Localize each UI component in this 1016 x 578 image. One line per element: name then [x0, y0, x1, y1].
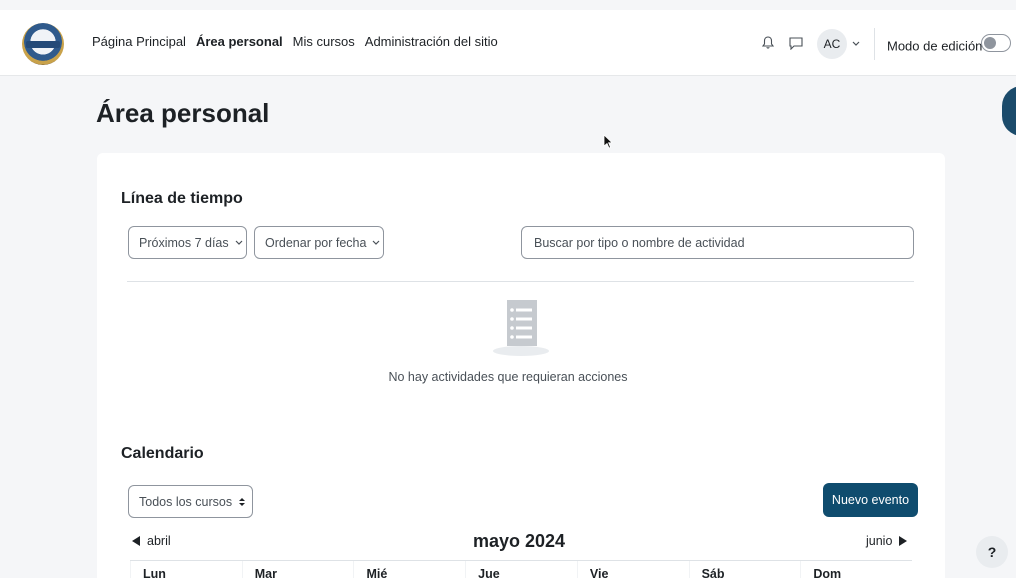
nav-divider	[874, 28, 875, 60]
page-title: Área personal	[96, 98, 270, 128]
help-button[interactable]: ?	[976, 536, 1008, 568]
timeline-sort-filter[interactable]: Ordenar por fecha	[254, 226, 384, 259]
sort-arrows-icon	[239, 497, 246, 506]
caret-right-icon	[899, 536, 908, 546]
calendar-weekday-header: Lun Mar Mié Jue Vie Sáb Dom	[130, 560, 912, 578]
timeline-divider	[127, 281, 914, 282]
site-logo[interactable]	[22, 23, 64, 65]
current-month-title: mayo 2024	[472, 531, 566, 551]
timeline-sort-filter-label: Ordenar por fecha	[265, 235, 367, 250]
new-event-button[interactable]: Nuevo evento	[823, 483, 918, 517]
weekday-wed: Mié	[353, 561, 465, 578]
nav-link-site-admin[interactable]: Administración del sitio	[365, 34, 498, 49]
timeline-day-filter[interactable]: Próximos 7 días	[128, 226, 247, 259]
chevron-down-icon	[373, 240, 380, 245]
nav-link-dashboard[interactable]: Área personal	[196, 34, 283, 49]
calendar-course-filter-label: Todos los cursos	[139, 494, 233, 509]
chevron-down-icon[interactable]	[852, 41, 860, 47]
empty-activities-icon	[493, 300, 549, 356]
weekday-mon: Lun	[130, 561, 242, 578]
bell-icon[interactable]	[762, 36, 774, 49]
timeline-search-input[interactable]	[521, 226, 914, 259]
messages-icon[interactable]	[789, 37, 803, 50]
calendar-course-filter[interactable]: Todos los cursos	[128, 485, 253, 518]
weekday-sun: Dom	[800, 561, 912, 578]
weekday-sat: Sáb	[688, 561, 801, 578]
calendar-title: Calendario	[121, 445, 204, 462]
primary-navigation: Página Principal Área personal Mis curso…	[92, 34, 498, 49]
next-month-label: junio	[866, 534, 893, 548]
nav-link-my-courses[interactable]: Mis cursos	[293, 34, 355, 49]
edit-mode-label: Modo de edición	[887, 38, 983, 54]
chevron-down-icon	[235, 240, 243, 245]
timeline-empty-message: No hay actividades que requieran accione…	[388, 370, 628, 384]
nav-link-home[interactable]: Página Principal	[92, 34, 186, 49]
weekday-thu: Jue	[465, 561, 577, 578]
mouse-cursor-icon	[603, 134, 613, 149]
block-drawer-toggle[interactable]	[1002, 86, 1016, 136]
weekday-fri: Vie	[576, 561, 689, 578]
user-avatar[interactable]: AC	[817, 29, 847, 59]
edit-mode-toggle[interactable]	[981, 34, 1011, 52]
top-navbar: Página Principal Área personal Mis curso…	[0, 10, 1016, 76]
next-month-link[interactable]: junio	[866, 534, 908, 548]
timeline-day-filter-label: Próximos 7 días	[139, 235, 229, 250]
weekday-tue: Mar	[241, 561, 354, 578]
timeline-title: Línea de tiempo	[121, 190, 243, 207]
